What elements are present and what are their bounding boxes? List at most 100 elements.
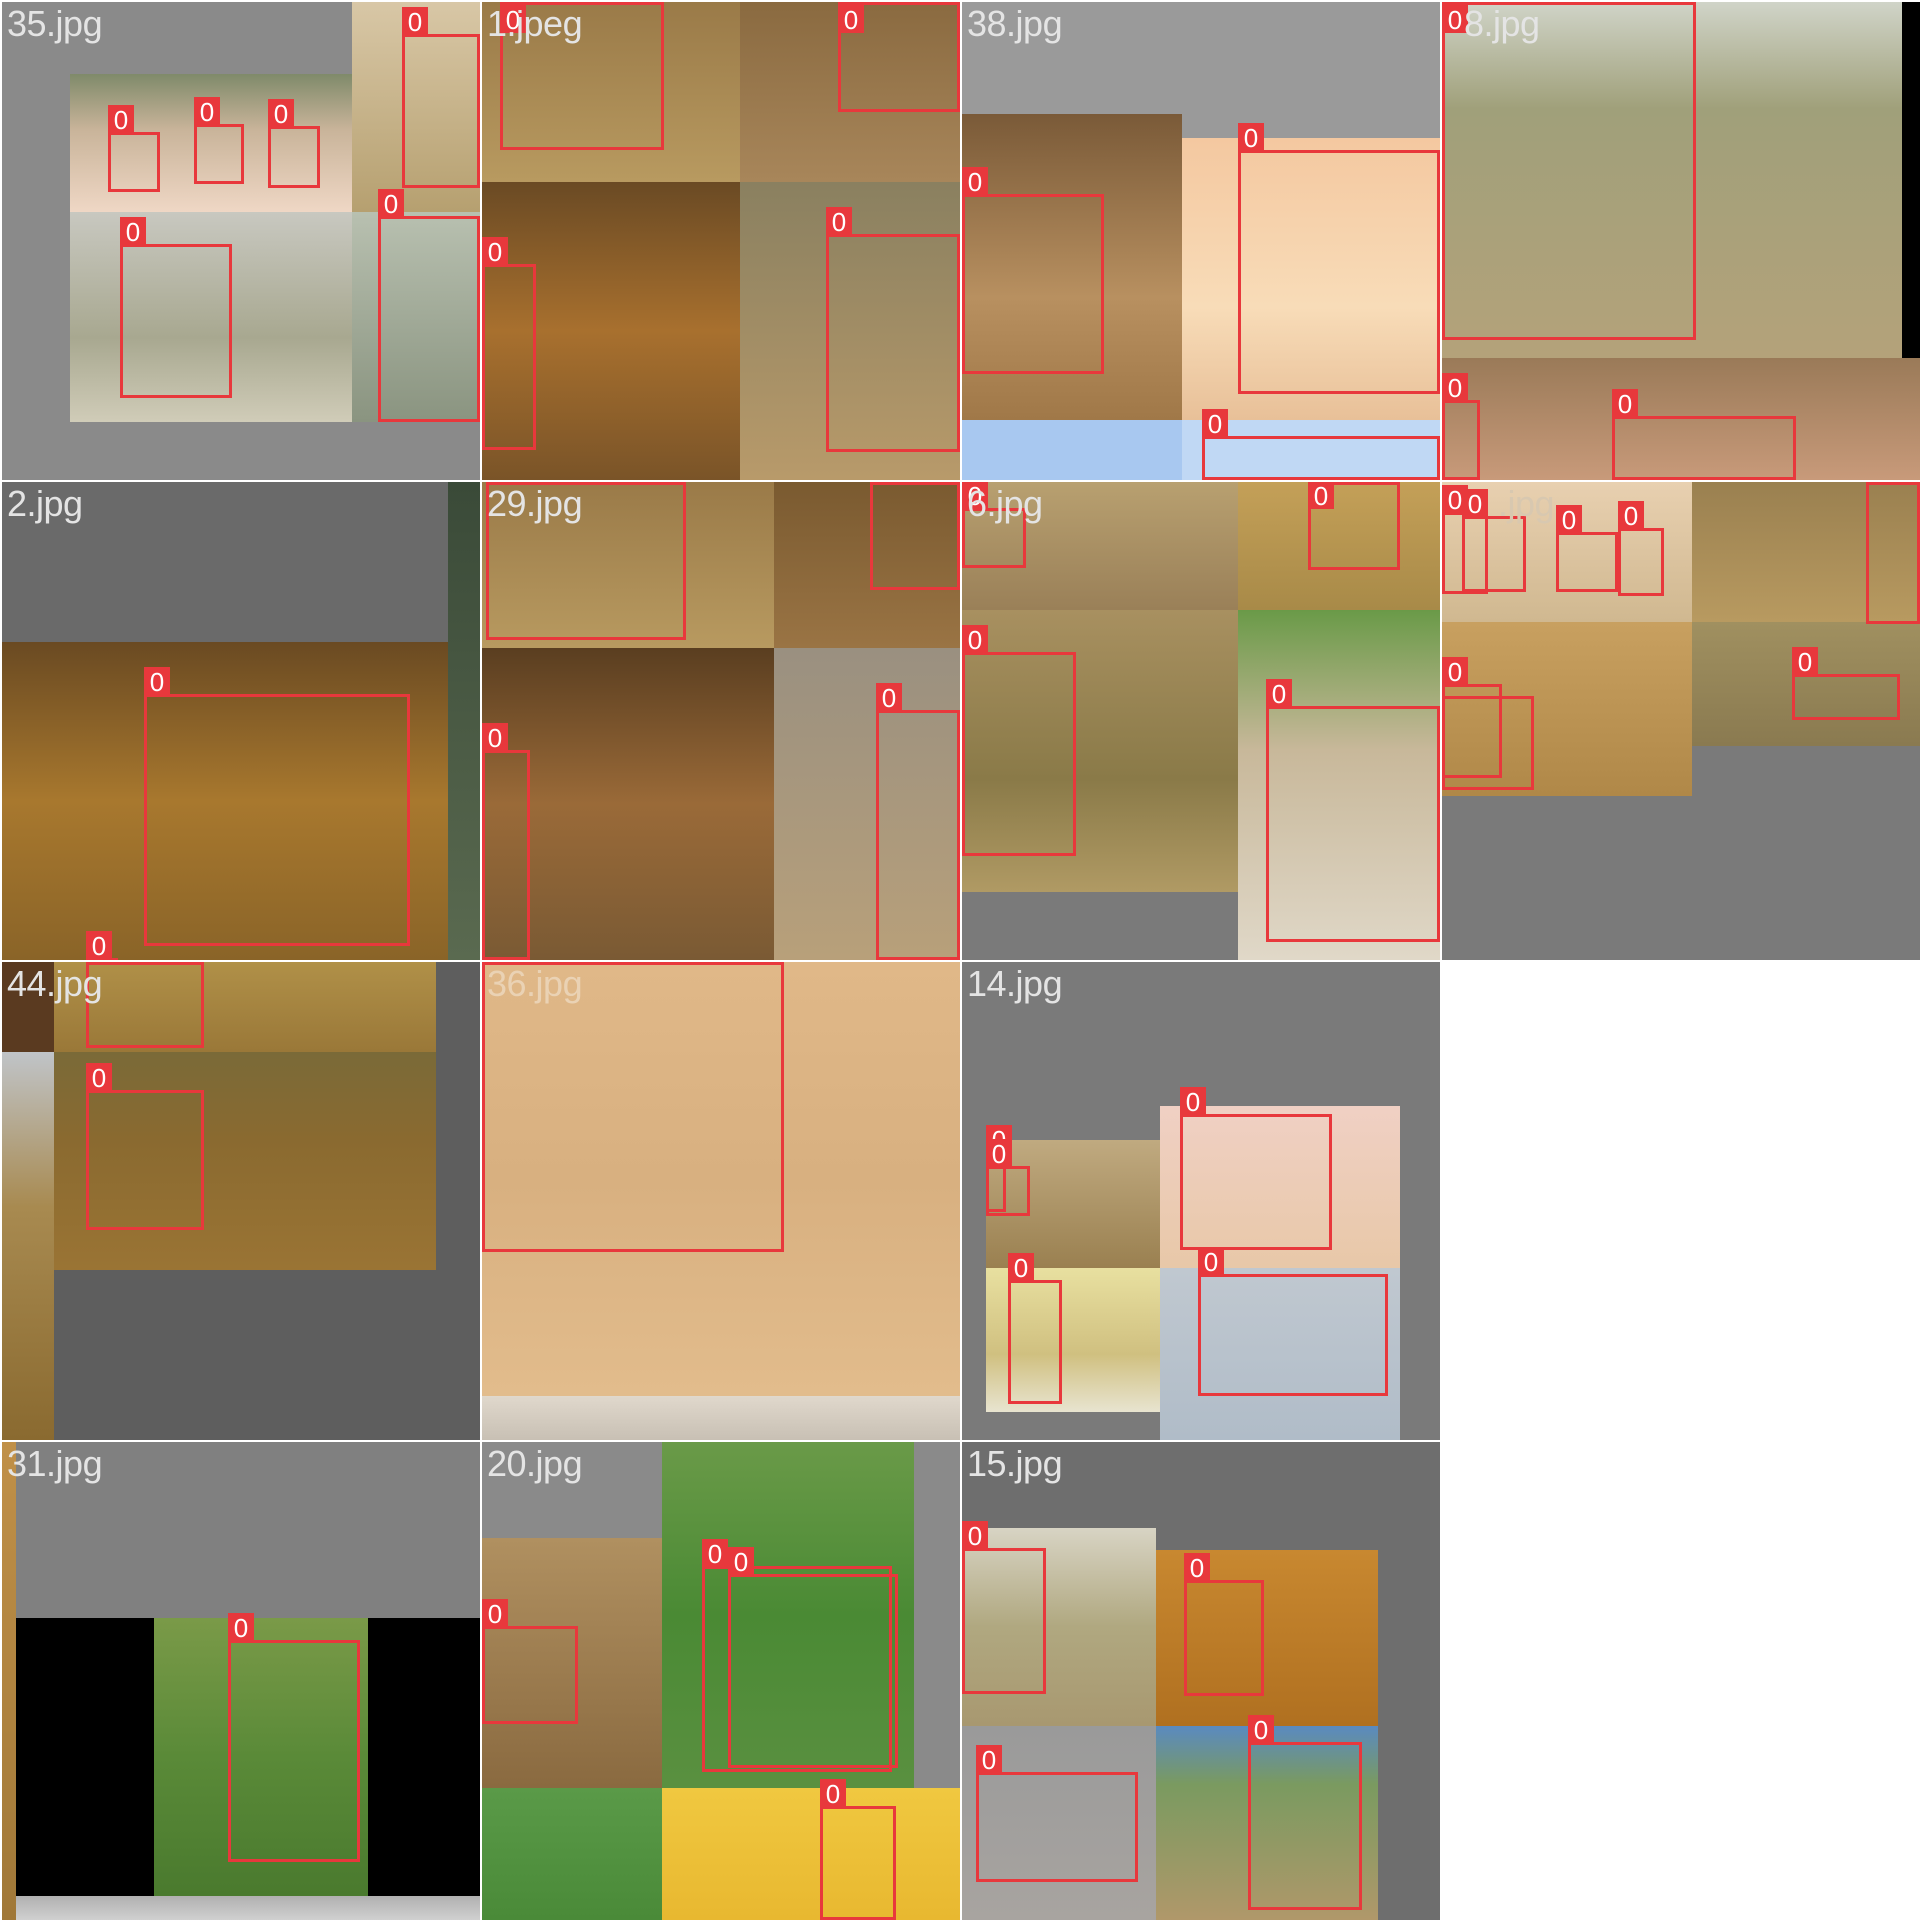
detection-box: 0	[728, 1547, 898, 1768]
detection-box	[482, 962, 784, 1252]
class-tag: 0	[826, 207, 852, 237]
detection-box: 0	[1008, 1253, 1062, 1404]
class-tag: 0	[120, 217, 146, 247]
detection-box: 0	[108, 105, 160, 192]
detection-box: 0	[1618, 501, 1664, 596]
class-tag: 0	[1612, 389, 1638, 419]
tile-filename: 6.jpg	[967, 483, 1043, 524]
class-tag: 0	[86, 1063, 112, 1093]
detection-box: 0	[482, 237, 536, 450]
detection-box: 0	[1866, 482, 1920, 624]
class-tag: 0	[1462, 489, 1488, 519]
tile-filename: 1.jpeg	[487, 3, 583, 44]
detection-box: 0	[120, 217, 232, 398]
detection-box: 0	[1266, 679, 1440, 942]
tile-filename: 35.jpg	[7, 3, 103, 44]
class-tag: 0	[1866, 482, 1892, 485]
class-tag: 0	[1184, 1553, 1210, 1583]
detection-box: 0	[976, 1745, 1138, 1882]
mosaic-photo	[2, 1052, 54, 1440]
class-tag: 0	[702, 1539, 728, 1569]
tile-filename: 29.jpg	[487, 483, 583, 524]
class-tag: 0	[482, 723, 508, 753]
class-tag: 0	[976, 1745, 1002, 1775]
mosaic-photo	[448, 482, 480, 960]
detection-box: 0	[1180, 1087, 1332, 1250]
detection-box: 0	[1248, 1715, 1362, 1910]
detection-box: 0	[1308, 482, 1400, 570]
class-tag: 0	[1792, 647, 1818, 677]
detection-box: 0	[838, 2, 960, 112]
mosaic-grid: 0 0 0 0 0 0 35.jpg 0 0 0 0 1.jpeg 0 0 0 …	[0, 0, 1920, 1920]
class-tag: 0	[1618, 501, 1644, 531]
class-tag: 0	[962, 625, 988, 655]
mosaic-photo	[16, 1896, 480, 1920]
detection-box	[1442, 696, 1534, 790]
class-tag: 0	[962, 167, 988, 197]
class-tag: 0	[1202, 409, 1228, 439]
mosaic-photo	[2, 1442, 16, 1920]
detection-box: 0	[86, 1063, 204, 1230]
detection-box: 0	[378, 189, 480, 422]
class-tag: 0	[1556, 505, 1582, 535]
mosaic-photo	[962, 420, 1182, 480]
class-tag: 0	[876, 683, 902, 713]
mosaic-photo	[482, 1396, 960, 1440]
class-tag: 0	[1248, 1715, 1274, 1745]
detection-box: 0	[962, 625, 1076, 856]
class-tag: 0	[268, 99, 294, 129]
tile-36: 36.jpg	[482, 962, 960, 1440]
class-tag: 0	[986, 1139, 1012, 1169]
detection-box: 0	[1198, 1247, 1388, 1396]
mosaic-photo	[1902, 2, 1920, 358]
class-tag: 0	[1198, 1247, 1224, 1277]
detection-box: 0	[268, 99, 320, 188]
detection-box: 0	[1612, 389, 1796, 480]
tile-29: 0 0 29.jpg	[482, 482, 960, 960]
tile-filename: 31.jpg	[7, 1443, 103, 1484]
tile-2: 0 0 2.jpg	[2, 482, 480, 960]
tile-unnamed: 0 0 0 0 0 0 0 .jpg	[1442, 482, 1920, 960]
tile-filename: 15.jpg	[967, 1443, 1063, 1484]
detection-box: 0	[1184, 1553, 1264, 1696]
tile-filename: .jpg	[1498, 483, 1555, 524]
detection-box: 0	[482, 1599, 578, 1724]
detection-box: 0	[228, 1613, 360, 1862]
class-tag: 0	[86, 931, 112, 960]
detection-box: 0	[86, 962, 204, 1048]
detection-box: 0	[1462, 489, 1526, 592]
class-tag: 0	[108, 105, 134, 135]
mosaic-photo	[482, 1788, 662, 1920]
tile-filename: 44.jpg	[7, 963, 103, 1004]
tile-1: 0 0 0 0 1.jpeg	[482, 2, 960, 480]
class-tag: 0	[482, 1599, 508, 1629]
detection-box: 0	[876, 683, 960, 960]
detection-box: 0	[826, 207, 960, 452]
detection-box: 0	[820, 1779, 896, 1920]
class-tag: 0	[194, 97, 220, 127]
detection-box: 0	[1442, 2, 1696, 340]
tile-filename: 36.jpg	[487, 963, 583, 1004]
detection-box	[870, 482, 960, 590]
class-tag: 0	[1308, 482, 1334, 511]
class-tag: 0	[378, 189, 404, 219]
tile-15: 0 0 0 0 15.jpg	[962, 1442, 1440, 1920]
class-tag: 0	[820, 1779, 846, 1809]
detection-box: 0	[144, 667, 410, 946]
tile-filename: 20.jpg	[487, 1443, 583, 1484]
tile-filename: 38.jpg	[967, 3, 1063, 44]
class-tag: 0	[144, 667, 170, 697]
detection-box: 0	[962, 1521, 1046, 1694]
tile-44: 0 0 44.jpg	[2, 962, 480, 1440]
class-tag: 0	[1008, 1253, 1034, 1283]
class-tag: 0	[1442, 373, 1468, 403]
tile-14: 0 0 0 0 0 14.jpg	[962, 962, 1440, 1440]
tile-20: 0 0 0 0 20.jpg	[482, 1442, 960, 1920]
detection-box: 0	[1556, 505, 1618, 592]
class-tag: 0	[1238, 123, 1264, 153]
class-tag: 0	[1180, 1087, 1206, 1117]
detection-box: 0	[86, 931, 118, 960]
detection-box: 0	[1202, 409, 1440, 480]
detection-box: 0	[986, 1139, 1030, 1216]
class-tag: 0	[838, 5, 864, 35]
